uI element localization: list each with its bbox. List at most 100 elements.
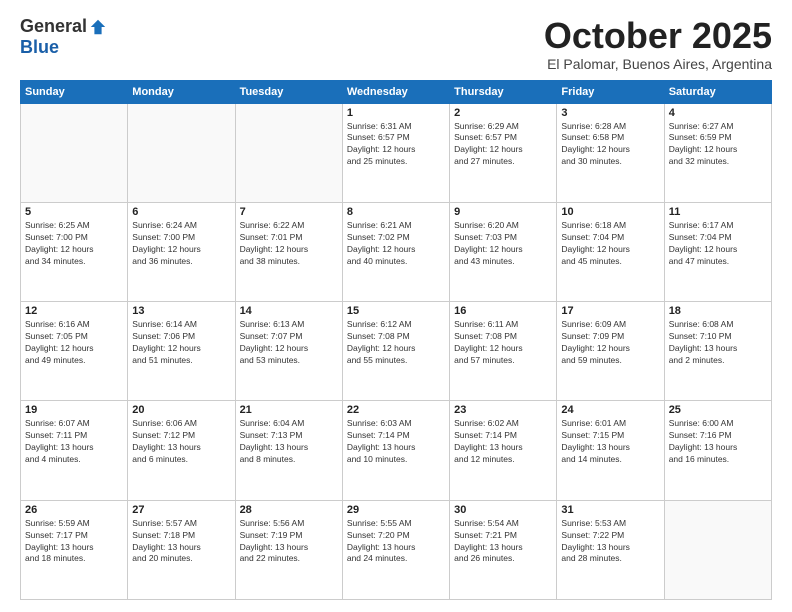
logo-icon: [89, 18, 107, 36]
day-number: 14: [240, 305, 338, 317]
col-wednesday: Wednesday: [342, 80, 449, 103]
col-sunday: Sunday: [21, 80, 128, 103]
col-tuesday: Tuesday: [235, 80, 342, 103]
col-friday: Friday: [557, 80, 664, 103]
table-row: 10Sunrise: 6:18 AM Sunset: 7:04 PM Dayli…: [557, 202, 664, 301]
day-number: 1: [347, 107, 445, 119]
day-info: Sunrise: 6:20 AM Sunset: 7:03 PM Dayligh…: [454, 220, 552, 268]
calendar-header-row: Sunday Monday Tuesday Wednesday Thursday…: [21, 80, 772, 103]
table-row: 6 Sunrise: 6:24 AM Sunset: 7:00 PM Daylig…: [128, 202, 235, 301]
calendar-week-row: 1Sunrise: 6:31 AM Sunset: 6:57 PM Daylig…: [21, 103, 772, 202]
day-info: Sunrise: 6:25 AM Sunset: 7:00 PM Dayligh…: [25, 220, 123, 268]
day-number: 3: [561, 107, 659, 119]
table-row: 4 Sunrise: 6:27 AM Sunset: 6:59 PM Daylig…: [664, 103, 771, 202]
day-number: 6: [132, 206, 230, 218]
day-info: Sunrise: 6:12 AM Sunset: 7:08 PM Dayligh…: [347, 319, 445, 367]
day-info: Sunrise: 6:16 AM Sunset: 7:05 PM Dayligh…: [25, 319, 123, 367]
table-row: 23 Sunrise: 6:02 AM Sunset: 7:14 PM Dayli…: [450, 401, 557, 500]
calendar-table: Sunday Monday Tuesday Wednesday Thursday…: [20, 80, 772, 600]
day-number: 27: [132, 504, 230, 516]
col-thursday: Thursday: [450, 80, 557, 103]
day-number: 12: [25, 305, 123, 317]
day-info: Sunrise: 6:02 AM Sunset: 7:14 PM Dayligh…: [454, 418, 552, 466]
day-number: 30: [454, 504, 552, 516]
day-info: Sunrise: 5:53 AM Sunset: 7:22 PM Dayligh…: [561, 518, 659, 566]
table-row: 12 Sunrise: 6:16 AM Sunset: 7:05 PM Dayli…: [21, 302, 128, 401]
day-number: 29: [347, 504, 445, 516]
day-number: 13: [132, 305, 230, 317]
day-info: Sunrise: 6:27 AM Sunset: 6:59 PM Dayligh…: [669, 121, 767, 169]
table-row: 15Sunrise: 6:12 AM Sunset: 7:08 PM Dayli…: [342, 302, 449, 401]
table-row: 2Sunrise: 6:29 AM Sunset: 6:57 PM Daylig…: [450, 103, 557, 202]
day-info: Sunrise: 6:04 AM Sunset: 7:13 PM Dayligh…: [240, 418, 338, 466]
title-section: October 2025 El Palomar, Buenos Aires, A…: [544, 16, 772, 72]
header: General Blue October 2025 El Palomar, Bu…: [20, 16, 772, 72]
day-number: 5: [25, 206, 123, 218]
month-title: October 2025: [544, 16, 772, 56]
table-row: 22 Sunrise: 6:03 AM Sunset: 7:14 PM Dayli…: [342, 401, 449, 500]
day-number: 18: [669, 305, 767, 317]
table-row: 17 Sunrise: 6:09 AM Sunset: 7:09 PM Dayli…: [557, 302, 664, 401]
day-info: Sunrise: 6:01 AM Sunset: 7:15 PM Dayligh…: [561, 418, 659, 466]
table-row: 31 Sunrise: 5:53 AM Sunset: 7:22 PM Dayli…: [557, 500, 664, 599]
table-row: 30 Sunrise: 5:54 AM Sunset: 7:21 PM Dayli…: [450, 500, 557, 599]
day-info: Sunrise: 6:14 AM Sunset: 7:06 PM Dayligh…: [132, 319, 230, 367]
table-row: 27 Sunrise: 5:57 AM Sunset: 7:18 PM Dayli…: [128, 500, 235, 599]
day-number: 20: [132, 404, 230, 416]
calendar-week-row: 26Sunrise: 5:59 AM Sunset: 7:17 PM Dayli…: [21, 500, 772, 599]
day-info: Sunrise: 6:21 AM Sunset: 7:02 PM Dayligh…: [347, 220, 445, 268]
day-number: 23: [454, 404, 552, 416]
day-number: 4: [669, 107, 767, 119]
day-info: Sunrise: 6:28 AM Sunset: 6:58 PM Dayligh…: [561, 121, 659, 169]
day-info: Sunrise: 6:13 AM Sunset: 7:07 PM Dayligh…: [240, 319, 338, 367]
day-info: Sunrise: 6:03 AM Sunset: 7:14 PM Dayligh…: [347, 418, 445, 466]
day-info: Sunrise: 6:17 AM Sunset: 7:04 PM Dayligh…: [669, 220, 767, 268]
table-row: 28 Sunrise: 5:56 AM Sunset: 7:19 PM Dayli…: [235, 500, 342, 599]
day-info: Sunrise: 5:56 AM Sunset: 7:19 PM Dayligh…: [240, 518, 338, 566]
day-number: 16: [454, 305, 552, 317]
logo-general-text: General: [20, 16, 87, 37]
calendar-week-row: 5 Sunrise: 6:25 AM Sunset: 7:00 PM Daylig…: [21, 202, 772, 301]
table-row: 5 Sunrise: 6:25 AM Sunset: 7:00 PM Daylig…: [21, 202, 128, 301]
table-row: 16 Sunrise: 6:11 AM Sunset: 7:08 PM Dayli…: [450, 302, 557, 401]
day-number: 28: [240, 504, 338, 516]
day-info: Sunrise: 5:57 AM Sunset: 7:18 PM Dayligh…: [132, 518, 230, 566]
day-number: 31: [561, 504, 659, 516]
page: General Blue October 2025 El Palomar, Bu…: [0, 0, 792, 612]
table-row: 25 Sunrise: 6:00 AM Sunset: 7:16 PM Dayli…: [664, 401, 771, 500]
day-info: Sunrise: 6:00 AM Sunset: 7:16 PM Dayligh…: [669, 418, 767, 466]
day-number: 17: [561, 305, 659, 317]
logo-blue-text: Blue: [20, 37, 59, 58]
day-number: 25: [669, 404, 767, 416]
day-info: Sunrise: 6:22 AM Sunset: 7:01 PM Dayligh…: [240, 220, 338, 268]
table-row: [664, 500, 771, 599]
table-row: 20Sunrise: 6:06 AM Sunset: 7:12 PM Dayli…: [128, 401, 235, 500]
day-info: Sunrise: 6:07 AM Sunset: 7:11 PM Dayligh…: [25, 418, 123, 466]
table-row: 21Sunrise: 6:04 AM Sunset: 7:13 PM Dayli…: [235, 401, 342, 500]
day-info: Sunrise: 6:11 AM Sunset: 7:08 PM Dayligh…: [454, 319, 552, 367]
table-row: 29 Sunrise: 5:55 AM Sunset: 7:20 PM Dayli…: [342, 500, 449, 599]
day-number: 9: [454, 206, 552, 218]
table-row: [128, 103, 235, 202]
day-info: Sunrise: 5:55 AM Sunset: 7:20 PM Dayligh…: [347, 518, 445, 566]
day-info: Sunrise: 6:09 AM Sunset: 7:09 PM Dayligh…: [561, 319, 659, 367]
logo: General Blue: [20, 16, 107, 58]
col-monday: Monday: [128, 80, 235, 103]
calendar-week-row: 19Sunrise: 6:07 AM Sunset: 7:11 PM Dayli…: [21, 401, 772, 500]
day-info: Sunrise: 5:54 AM Sunset: 7:21 PM Dayligh…: [454, 518, 552, 566]
day-number: 26: [25, 504, 123, 516]
table-row: 8 Sunrise: 6:21 AM Sunset: 7:02 PM Daylig…: [342, 202, 449, 301]
table-row: 11Sunrise: 6:17 AM Sunset: 7:04 PM Dayli…: [664, 202, 771, 301]
day-number: 2: [454, 107, 552, 119]
location-subtitle: El Palomar, Buenos Aires, Argentina: [544, 56, 772, 72]
day-number: 24: [561, 404, 659, 416]
table-row: 1Sunrise: 6:31 AM Sunset: 6:57 PM Daylig…: [342, 103, 449, 202]
day-number: 7: [240, 206, 338, 218]
day-number: 10: [561, 206, 659, 218]
day-info: Sunrise: 6:08 AM Sunset: 7:10 PM Dayligh…: [669, 319, 767, 367]
day-number: 8: [347, 206, 445, 218]
day-number: 22: [347, 404, 445, 416]
day-info: Sunrise: 6:24 AM Sunset: 7:00 PM Dayligh…: [132, 220, 230, 268]
table-row: 19Sunrise: 6:07 AM Sunset: 7:11 PM Dayli…: [21, 401, 128, 500]
table-row: 3 Sunrise: 6:28 AM Sunset: 6:58 PM Daylig…: [557, 103, 664, 202]
